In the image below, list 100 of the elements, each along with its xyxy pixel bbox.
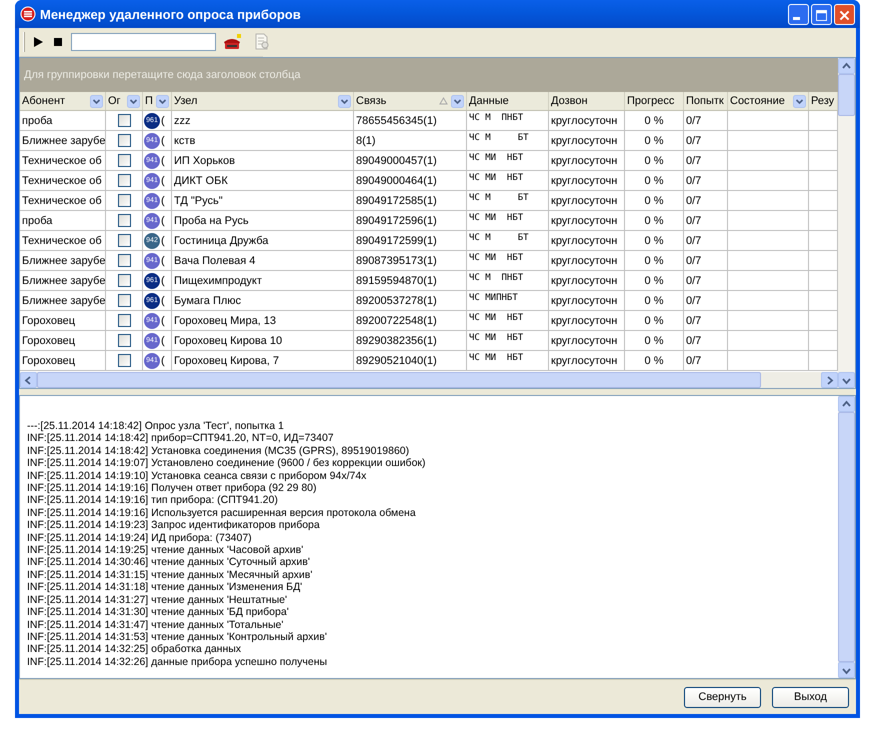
- checkbox[interactable]: [118, 274, 130, 287]
- log-line: INF:[25.11.2014 14:32:25] обработка данных: [27, 643, 242, 656]
- checkbox[interactable]: [118, 214, 130, 227]
- checkbox[interactable]: [118, 354, 130, 367]
- column-header[interactable]: Ог: [106, 92, 143, 110]
- maximize-button[interactable]: [811, 4, 832, 24]
- table-cell: zzz: [172, 111, 354, 131]
- table-cell: (: [161, 154, 165, 166]
- minimize-button[interactable]: [788, 4, 809, 24]
- telephone-icon[interactable]: [222, 33, 242, 51]
- scroll-down-button[interactable]: [838, 662, 855, 678]
- column-header[interactable]: Данные: [467, 92, 549, 110]
- table-cell: (: [161, 294, 165, 306]
- checkbox[interactable]: [118, 294, 130, 307]
- table-cell: 89049172599(1): [354, 231, 467, 251]
- filter-dropdown-icon[interactable]: [90, 94, 103, 108]
- log-line: INF:[25.11.2014 14:18:42] прибор=СПТ941.20, NT=0, ИД=73407: [27, 432, 335, 445]
- group-panel-hint: Для группировки перетащите сюда заголовок столбца: [24, 69, 300, 81]
- table-cell: 0 %: [625, 351, 684, 371]
- log-line: INF:[25.11.2014 14:19:07] Установлено соединение (9600 / без коррекции ошибок): [27, 457, 426, 470]
- scroll-thumb[interactable]: [838, 74, 855, 116]
- log-line: INF:[25.11.2014 14:31:15] чтение данных 'Месячный архив': [27, 568, 314, 582]
- dialog-button[interactable]: Выход: [772, 686, 849, 708]
- filter-dropdown-icon[interactable]: [338, 94, 351, 108]
- checkbox[interactable]: [118, 194, 130, 207]
- sort-arrow-icon: [439, 97, 448, 105]
- table-cell: (: [161, 194, 165, 206]
- checkbox[interactable]: [118, 154, 130, 167]
- dialog-button[interactable]: Свернуть: [684, 686, 761, 708]
- table-cell: ИП Хорьков: [172, 151, 354, 171]
- table-cell: 0/7: [684, 311, 728, 331]
- column-header[interactable]: Дозвон: [549, 92, 625, 110]
- checkbox[interactable]: [118, 174, 130, 187]
- table-cell: круглосуточн: [549, 211, 625, 231]
- table-cell: 0/7: [684, 351, 728, 371]
- table-cell: ЧС МИ НБТ: [467, 151, 549, 171]
- scroll-down-button[interactable]: [838, 372, 855, 388]
- table-cell: круглосуточн: [549, 331, 625, 351]
- table-cell: (: [161, 354, 165, 366]
- table-cell: 0/7: [684, 251, 728, 271]
- table-cell: 89049172585(1): [354, 191, 467, 211]
- checkbox[interactable]: [118, 254, 130, 267]
- table-cell: Пищехимпродукт: [172, 271, 354, 291]
- log-line: INF:[25.11.2014 14:18:42] Установка соединения (MC35 (GPRS), 89519019860): [27, 444, 410, 458]
- filter-dropdown-icon[interactable]: [156, 94, 169, 108]
- stop-icon[interactable]: [51, 35, 65, 49]
- filter-dropdown-icon[interactable]: [793, 94, 806, 108]
- table-cell: круглосуточн: [549, 131, 625, 151]
- table-cell: 89200537278(1): [354, 291, 467, 311]
- table-cell: (: [161, 314, 165, 326]
- table-cell: 89290521040(1): [354, 351, 467, 371]
- log-line: INF:[25.11.2014 14:19:10] Установка сеанса связи с прибором 94x/74x: [27, 470, 368, 482]
- table-cell: 0 %: [625, 251, 684, 271]
- log-line: INF:[25.11.2014 14:31:18] чтение данных 'Изменения БД': [27, 581, 304, 594]
- column-header[interactable]: Состояние: [728, 92, 809, 110]
- log-line: INF:[25.11.2014 14:19:16] Используется расширенная версия протокола обмена: [27, 506, 417, 520]
- checkbox[interactable]: [118, 314, 130, 327]
- table-cell: круглосуточн: [549, 171, 625, 191]
- table-cell: ЧС МИ НБТ: [467, 251, 549, 271]
- table-cell: (: [161, 174, 165, 186]
- table-cell: 78655456345(1): [354, 111, 467, 131]
- checkbox[interactable]: [118, 114, 130, 127]
- scroll-up-button[interactable]: [838, 396, 855, 412]
- table-cell: ЧС МИ НБТ: [467, 171, 549, 191]
- table-cell: 0/7: [684, 171, 728, 191]
- log-line: INF:[25.11.2014 14:30:46] чтение данных 'Суточный архив': [27, 556, 311, 569]
- checkbox[interactable]: [118, 234, 130, 247]
- table-cell: (: [161, 274, 165, 286]
- close-button[interactable]: [834, 4, 855, 24]
- table-cell: круглосуточн: [549, 271, 625, 291]
- table-cell: Техническое об: [20, 171, 106, 191]
- search-field[interactable]: [71, 33, 216, 51]
- filter-dropdown-icon[interactable]: [127, 94, 140, 108]
- minimize-icon: [793, 16, 800, 20]
- table-cell: 0 %: [625, 171, 684, 191]
- vertical-scrollbar[interactable]: [838, 58, 855, 388]
- table-cell: Техническое об: [20, 151, 106, 171]
- column-header[interactable]: Прогресс: [625, 92, 684, 110]
- table-cell: 0/7: [684, 331, 728, 351]
- table-cell: круглосуточн: [549, 311, 625, 331]
- play-icon[interactable]: [31, 35, 45, 49]
- table-cell: (: [161, 254, 165, 266]
- window-title: Менеджер удаленного опроса приборов: [40, 6, 302, 22]
- scroll-up-button[interactable]: [838, 58, 855, 74]
- table-cell: (: [161, 334, 165, 346]
- table-cell: (: [161, 134, 165, 146]
- table-cell: 0/7: [684, 291, 728, 311]
- checkbox[interactable]: [118, 134, 130, 147]
- table-cell: (: [161, 234, 165, 246]
- checkbox[interactable]: [118, 334, 130, 347]
- column-header[interactable]: Абонент: [20, 92, 106, 110]
- scroll-right-button[interactable]: [821, 372, 838, 388]
- column-header[interactable]: Связь: [354, 92, 467, 110]
- scroll-left-button[interactable]: [20, 372, 37, 388]
- column-header[interactable]: Узел: [172, 92, 354, 110]
- column-header[interactable]: П: [143, 92, 172, 110]
- table-cell: 89200722548(1): [354, 311, 467, 331]
- filter-dropdown-icon[interactable]: [451, 94, 464, 108]
- log-line: INF:[25.11.2014 14:19:25] чтение данных 'Часовой архив': [27, 544, 304, 556]
- column-header[interactable]: Попытк: [684, 92, 728, 110]
